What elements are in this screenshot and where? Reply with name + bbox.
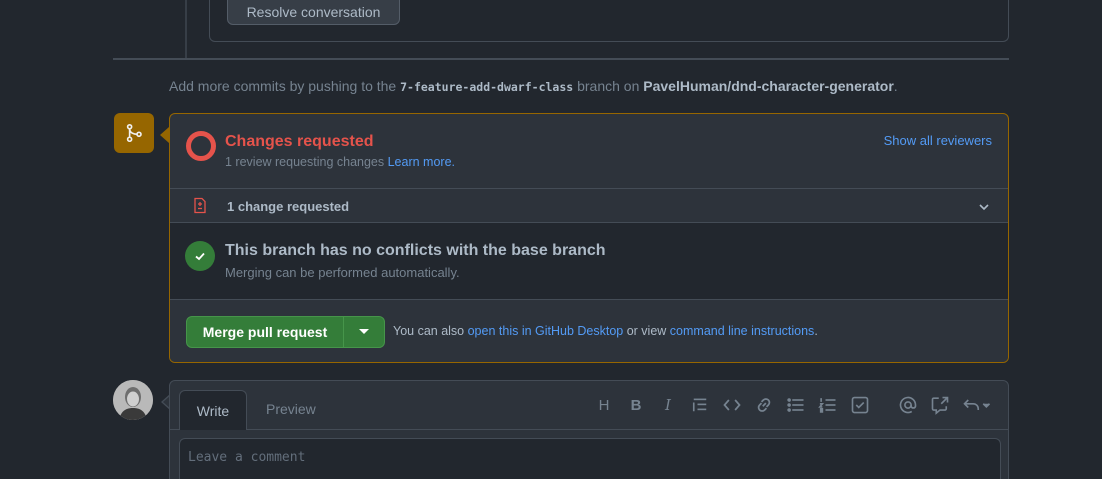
unordered-list-icon[interactable] [786,395,806,415]
conflicts-section: This branch has no conflicts with the ba… [170,223,1008,299]
review-status-section: Changes requested 1 review requesting ch… [170,114,1008,188]
comment-placeholder: Leave a comment [188,450,306,465]
merge-action-section: Merge pull request You can also open thi… [170,299,1008,362]
merge-box: Changes requested 1 review requesting ch… [169,113,1009,363]
ordered-list-icon[interactable] [818,395,838,415]
timeline-divider [113,58,1009,60]
github-desktop-link[interactable]: open this in GitHub Desktop [468,324,624,338]
changes-requested-title: Changes requested [225,133,374,150]
also-prefix: You can also [393,324,468,338]
merge-method-dropdown[interactable] [343,316,385,348]
heading-icon[interactable]: H [594,395,614,415]
tab-write[interactable]: Write [179,390,247,430]
change-requested-label: 1 change requested [227,199,350,214]
repo-name: PavelHuman/dnd-character-generator [643,78,894,94]
link-icon[interactable] [754,395,774,415]
branch-name: 7-feature-add-dwarf-class [400,80,574,94]
resolve-conversation-button[interactable]: Resolve conversation [227,0,400,25]
show-all-reviewers-link[interactable]: Show all reviewers [884,133,992,148]
chevron-down-icon[interactable] [977,200,991,214]
git-merge-icon [126,123,142,143]
quote-icon[interactable] [690,395,710,415]
also-suffix: . [814,324,818,338]
add-commits-hint: Add more commits by pushing to the 7-fea… [169,78,898,94]
code-icon[interactable] [722,395,742,415]
no-conflicts-title: This branch has no conflicts with the ba… [225,242,606,259]
no-conflicts-subtitle: Merging can be performed automatically. [225,265,460,280]
or-view-text: or view [623,324,670,338]
merge-status-badge [114,113,154,153]
bold-icon[interactable]: B [626,395,646,415]
add-commits-suffix: . [893,78,898,94]
command-line-instructions-link[interactable]: command line instructions [670,324,815,338]
timeline-line [185,0,187,58]
italic-icon[interactable]: I [658,395,678,415]
merge-alternatives-text: You can also open this in GitHub Desktop… [393,324,818,338]
comment-box: Write Preview H B I Leave a comment [169,380,1009,479]
triangle-down-icon [359,329,369,334]
avatar[interactable] [113,380,153,420]
reply-icon[interactable] [962,395,992,415]
add-commits-prefix: Add more commits by pushing to the [169,78,401,94]
mention-icon[interactable] [898,395,918,415]
learn-more-link[interactable]: Learn more. [388,155,455,169]
merge-pull-request-button[interactable]: Merge pull request [186,316,344,348]
merge-box-caret [160,127,169,143]
check-circle-icon [185,241,215,271]
add-commits-middle: branch on [573,78,644,94]
comment-textarea[interactable]: Leave a comment [179,438,1001,479]
file-diff-icon [194,197,206,214]
changes-requested-icon [186,131,216,161]
changes-requested-subtitle: 1 review requesting changes Learn more. [225,155,455,169]
cross-reference-icon[interactable] [930,395,950,415]
review-count-text: 1 review requesting changes [225,155,388,169]
tab-underline [170,429,1008,430]
change-requested-row[interactable]: 1 change requested [170,188,1008,223]
task-list-icon[interactable] [850,395,870,415]
tab-preview[interactable]: Preview [266,401,316,417]
